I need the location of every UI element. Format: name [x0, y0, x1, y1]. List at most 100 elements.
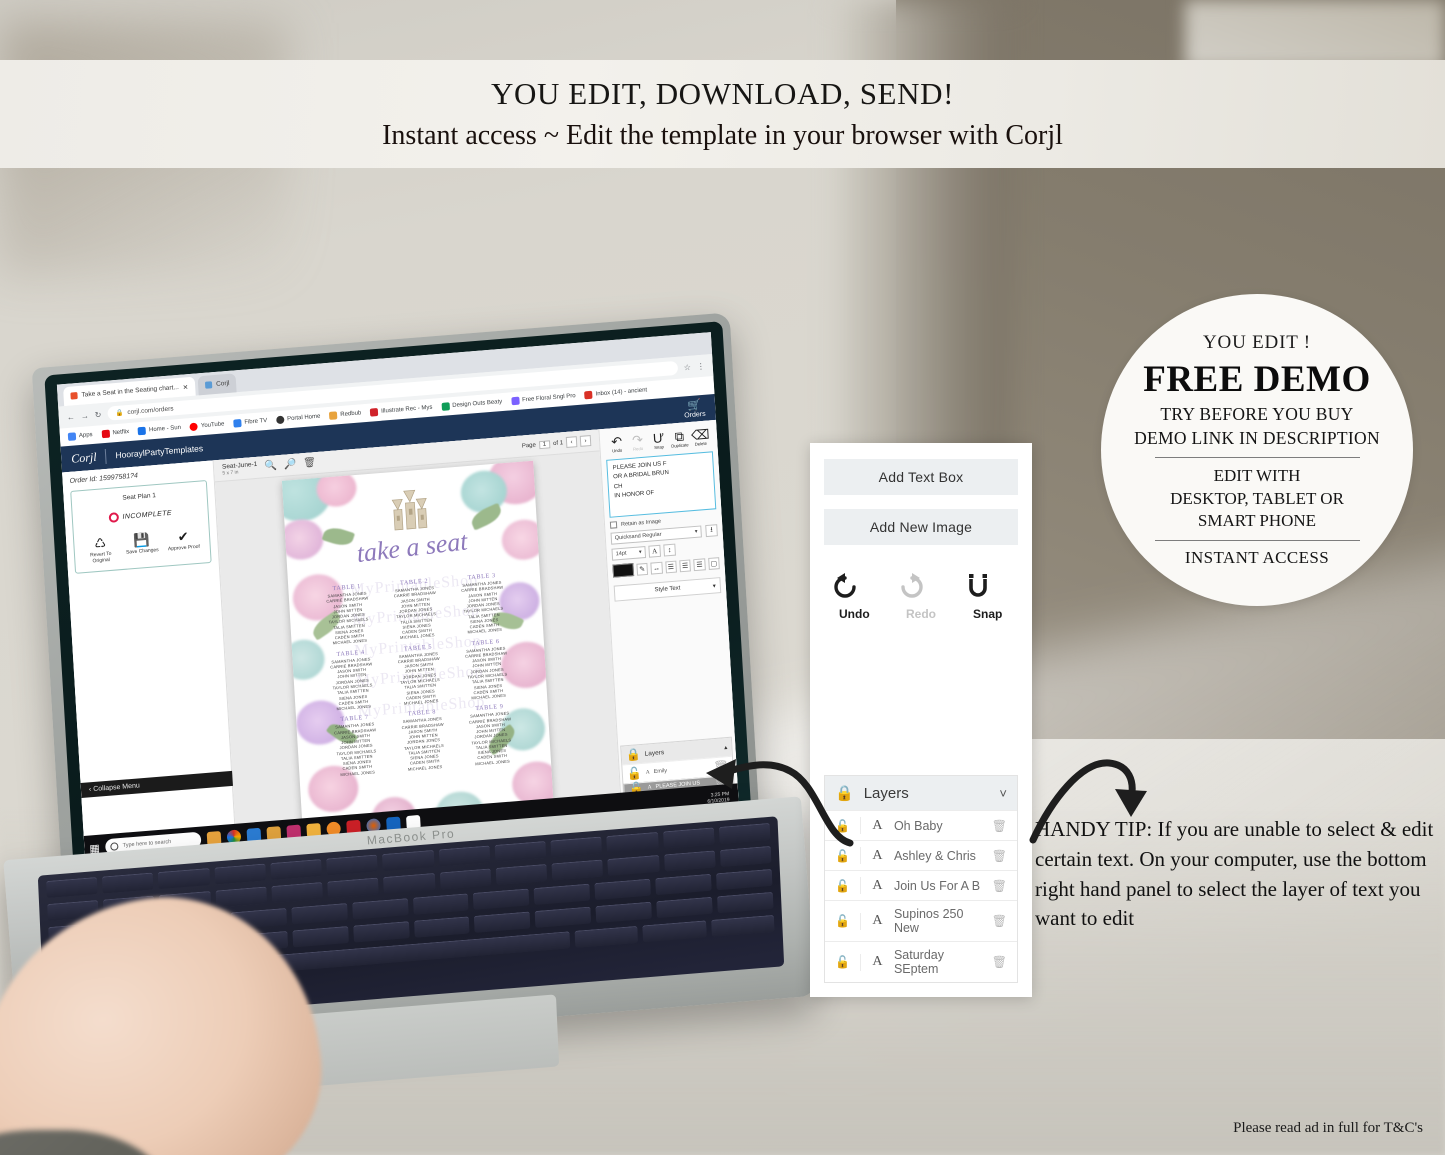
snap-button[interactable]: Snap	[963, 571, 1012, 621]
add-text-box-button[interactable]: Add Text Box	[824, 459, 1018, 495]
browser-tab-1[interactable]: Corjl	[197, 373, 237, 396]
bookmark-star-icon[interactable]: ☆	[683, 362, 691, 372]
magnet-snap-icon	[969, 574, 988, 597]
style-text-dropdown[interactable]: Style Text ▾	[613, 577, 722, 602]
revert-icon: ♺	[93, 535, 107, 552]
revert-button[interactable]: ♺ Revert To Original	[83, 534, 119, 564]
forward-arrow-icon[interactable]: →	[80, 411, 89, 421]
chevron-down-icon: ▾	[712, 582, 717, 590]
add-new-image-button[interactable]: Add New Image	[824, 509, 1018, 545]
undo-button[interactable]: Undo	[830, 571, 879, 621]
trash-icon[interactable]: 🗑	[303, 457, 316, 469]
bookmark-item[interactable]: Free Floral Sngl Pro	[510, 392, 576, 406]
table-block[interactable]: TABLE 4 SAMANTHA JONES CARRIE BRADSHAW JASO…	[318, 647, 386, 713]
font-upload-icon[interactable]: ⭳	[705, 524, 718, 538]
line-height-icon[interactable]: ↕	[663, 543, 676, 557]
badge-sub2: DEMO LINK IN DESCRIPTION	[1134, 427, 1380, 448]
zoom-out-icon[interactable]: 🔎	[284, 459, 297, 471]
align-left-icon[interactable]: ☰	[664, 560, 677, 573]
badge-sub1: TRY BEFORE YOU BUY	[1160, 404, 1354, 425]
layer-name: Supinos 250 New	[893, 907, 964, 935]
unlock-icon[interactable]: 🔓	[835, 914, 850, 928]
zoom-in-icon[interactable]: 🔍	[264, 460, 277, 472]
trash-icon[interactable]: 🗑	[992, 955, 1007, 969]
footer-note: Please read ad in full for T&C's	[1233, 1120, 1423, 1136]
eyedropper-icon[interactable]: ✎	[636, 562, 649, 576]
table-block[interactable]: TABLE 2 SAMANTHA JONES CARRIE BRADSHAW JASO…	[382, 576, 450, 642]
redo-button[interactable]: ↷ Redo	[627, 432, 649, 452]
corjl-logo[interactable]: Corjl	[71, 449, 97, 466]
trash-icon[interactable]: 🗑	[992, 914, 1007, 928]
text-color-swatch[interactable]	[612, 563, 634, 578]
bookmark-item[interactable]: Home - Sun	[137, 424, 181, 436]
trash-icon[interactable]: 🗑	[992, 819, 1007, 833]
padlock-icon: 🔒	[115, 409, 124, 418]
trash-icon[interactable]: 🗑	[992, 879, 1007, 893]
chevron-down-icon[interactable]: ˅	[999, 786, 1007, 801]
bookmark-item[interactable]: Apps	[67, 431, 93, 441]
align-right-icon[interactable]: ☰	[693, 557, 706, 571]
bold-icon[interactable]: A	[648, 544, 662, 558]
redo-icon	[900, 573, 923, 598]
prev-page-icon[interactable]: ‹	[565, 436, 578, 449]
arrow-right-pointer	[1029, 759, 1147, 844]
order-card[interactable]: Seat Plan 1 INCOMPLETE ♺ Revert To Origin…	[70, 479, 212, 574]
layer-name: Saturday SEptem	[893, 948, 944, 976]
magnet-snap-icon: Ư	[652, 430, 665, 447]
corjl-favicon	[204, 381, 213, 389]
kebab-menu-icon[interactable]: ⋮	[697, 361, 706, 371]
unlock-icon[interactable]: 🔓	[835, 879, 850, 893]
bookmark-item[interactable]: Fibre TV	[233, 417, 267, 428]
close-icon[interactable]: ✕	[183, 383, 189, 391]
laptop-photo: Take a Seat in the Seating chart... ✕ Co…	[0, 312, 817, 1155]
redo-button[interactable]: Redo	[897, 571, 946, 621]
bookmark-item[interactable]: YouTube	[189, 420, 225, 432]
next-page-icon[interactable]: ›	[579, 435, 592, 447]
duplicate-button[interactable]: ⧉ Duplicate	[669, 429, 691, 449]
retain-as-image-checkbox[interactable]	[609, 521, 618, 529]
page-navigation: Page 1 of 1 ‹ ›	[522, 435, 592, 452]
table-block[interactable]: TABLE 3 SAMANTHA JONES CARRIE BRADSHAW JASO…	[449, 571, 517, 637]
bookmark-item[interactable]: Illustrate Rec - Mys	[370, 404, 433, 417]
design-heading[interactable]: take a seat	[355, 526, 468, 569]
bookmark-item[interactable]: Inbox (14) - ancient	[584, 386, 647, 400]
text-box-icon[interactable]: ▢	[707, 556, 720, 570]
text-layer-icon: A	[872, 817, 883, 833]
table-block[interactable]: TABLE 1 SAMANTHA JONES CARRIE BRADSHAW JASO…	[314, 581, 382, 647]
layer-row[interactable]: 🔓 A Join Us For A B 🗑	[825, 870, 1017, 900]
bookmark-item[interactable]: Portal Home	[275, 413, 321, 425]
trash-icon[interactable]: 🗑	[992, 849, 1007, 863]
align-center-icon[interactable]: ☰	[679, 558, 692, 572]
text-layer-icon: A	[872, 954, 883, 969]
font-size-select[interactable]: 14pt ▾	[611, 545, 647, 561]
badge-divider-2	[1154, 539, 1360, 541]
bookmark-item[interactable]: Redbub	[329, 409, 361, 420]
delete-button[interactable]: ⌫ Delete	[689, 427, 711, 447]
letter-spacing-icon[interactable]: ↔	[650, 561, 663, 575]
unlock-icon[interactable]: 🔓	[835, 955, 850, 969]
layer-row[interactable]: 🔓 A Saturday SEptem 🗑	[825, 941, 1017, 982]
badge-divider-1	[1154, 457, 1360, 459]
table-block[interactable]: TABLE 9 SAMANTHA JONES CARRIE BRADSHAW JASO…	[457, 702, 525, 768]
divider	[105, 448, 107, 464]
snap-button[interactable]: Ư Snap	[648, 430, 670, 451]
text-layer-icon: A	[872, 913, 883, 928]
bookmark-item[interactable]: Design Outs Beaty	[441, 398, 502, 411]
table-block[interactable]: TABLE 5 SAMANTHA JONES CARRIE BRADSHAW JASO…	[386, 642, 454, 708]
approve-button[interactable]: ✔ Approve Proof	[166, 528, 202, 558]
reload-icon[interactable]: ↻	[94, 410, 101, 420]
save-button[interactable]: 💾 Save Changes	[124, 531, 160, 561]
undo-redo-snap-row: Undo Redo Snap	[824, 559, 1018, 621]
table-block[interactable]: TABLE 6 SAMANTHA JONES CARRIE BRADSHAW JASO…	[453, 636, 521, 702]
layers-title: Layers	[863, 784, 909, 802]
table-block[interactable]: TABLE 7 SAMANTHA JONES CARRIE BRADSHAW JASO…	[322, 713, 390, 779]
undo-button[interactable]: ↶ Undo	[606, 434, 628, 454]
layer-row[interactable]: 🔓 A Supinos 250 New 🗑	[825, 900, 1017, 941]
bookmark-item[interactable]: Netflix	[101, 428, 129, 439]
seating-chart-design[interactable]: MyPrintableShop MyPrintableShop MyPrinta…	[281, 460, 555, 833]
orders-cart-button[interactable]: 🛒 Orders	[683, 398, 706, 419]
table-block[interactable]: TABLE 8 SAMANTHA JONES CARRIE BRADSHAW JASO…	[389, 707, 457, 773]
text-content-input[interactable]: PLEASE JOIN US F OR A BRIDAL BRUN CH IN …	[606, 451, 717, 518]
page-input[interactable]: 1	[538, 439, 551, 449]
back-arrow-icon[interactable]: ←	[67, 412, 76, 422]
